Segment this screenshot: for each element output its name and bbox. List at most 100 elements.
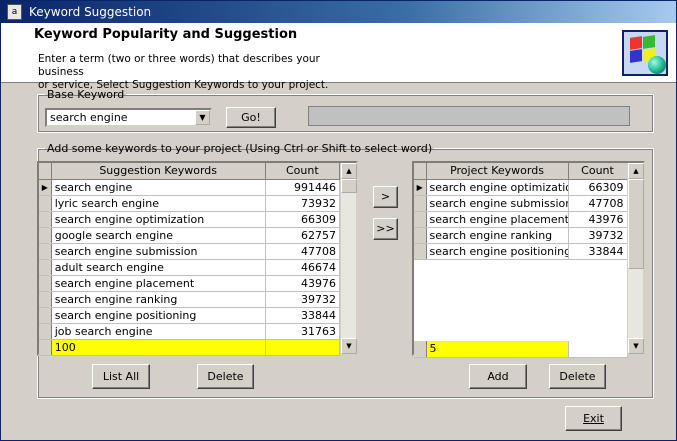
scroll-thumb[interactable] [341, 179, 357, 193]
project-keyword-cell[interactable]: search engine optimization [426, 179, 569, 196]
suggestion-scrollbar[interactable]: ▲ ▼ [340, 163, 357, 354]
suggestion-row[interactable]: job search engine 31763 [39, 323, 341, 340]
suggestion-new-row-value[interactable]: 100 [51, 339, 266, 356]
window-title: Keyword Suggestion [29, 5, 152, 19]
project-row[interactable]: search engine positioning 33844 [414, 243, 628, 260]
suggestion-keyword-cell[interactable]: search engine optimization [51, 211, 266, 228]
suggestion-count-cell[interactable]: 62757 [265, 227, 341, 244]
suggestion-row[interactable]: search engine ranking 39732 [39, 291, 341, 308]
suggestion-count-cell[interactable]: 46674 [265, 259, 341, 276]
row-indicator [39, 211, 52, 228]
add-selected-button[interactable]: > [373, 186, 398, 208]
title-bar[interactable]: a Keyword Suggestion [1, 1, 676, 23]
project-count-header[interactable]: Count [568, 163, 628, 180]
add-button[interactable]: Add [469, 364, 527, 389]
suggestion-keywords-grid[interactable]: Suggestion Keywords Count ▶ search engine… [37, 161, 358, 356]
suggestion-new-row[interactable]: 100 [39, 339, 341, 356]
suggestion-row[interactable]: lyric search engine 73932 [39, 195, 341, 212]
project-keyword-cell[interactable]: search engine submission [426, 195, 569, 212]
base-keyword-combo[interactable]: search engine ▼ [45, 108, 212, 127]
suggestion-count-cell[interactable]: 33844 [265, 307, 341, 324]
suggestion-keywords-header[interactable]: Suggestion Keywords [51, 163, 266, 180]
progress-bar [308, 106, 630, 126]
suggestion-count-cell[interactable]: 73932 [265, 195, 341, 212]
suggestion-keyword-cell[interactable]: search engine [51, 179, 266, 196]
suggestion-keyword-cell[interactable]: search engine positioning [51, 307, 266, 324]
scroll-down-icon[interactable]: ▼ [341, 338, 357, 354]
suggestion-keyword-cell[interactable]: google search engine [51, 227, 266, 244]
suggestion-row[interactable]: search engine optimization 66309 [39, 211, 341, 228]
suggestion-count-cell[interactable]: 991446 [265, 179, 341, 196]
project-keyword-cell[interactable]: search engine positioning [426, 243, 569, 260]
project-keywords-grid[interactable]: Project Keywords Count ▶ search engine op… [412, 161, 645, 358]
base-keyword-legend: Base Keyword [47, 88, 125, 101]
row-indicator [39, 323, 52, 340]
add-keywords-legend: Add some keywords to your project (Using… [47, 142, 433, 155]
suggestion-keyword-cell[interactable]: job search engine [51, 323, 266, 340]
row-indicator-header [39, 163, 52, 180]
project-count-cell[interactable]: 39732 [568, 227, 628, 244]
project-row[interactable]: ▶ search engine optimization 66309 [414, 179, 628, 196]
project-count-cell[interactable]: 33844 [568, 243, 628, 260]
description-line-1: Enter a term (two or three words) that d… [38, 53, 320, 78]
suggestion-count-cell[interactable]: 47708 [265, 243, 341, 260]
delete-project-button[interactable]: Delete [549, 364, 606, 389]
suggestion-new-row-count[interactable] [265, 339, 341, 356]
project-keyword-cell[interactable]: search engine ranking [426, 227, 569, 244]
project-scrollbar[interactable]: ▲ ▼ [627, 163, 644, 354]
row-indicator [39, 227, 52, 244]
suggestion-count-cell[interactable]: 66309 [265, 211, 341, 228]
project-new-row[interactable]: 5 [414, 341, 628, 358]
row-indicator [414, 341, 427, 358]
project-new-row-count[interactable] [568, 341, 628, 358]
suggestion-keyword-cell[interactable]: search engine submission [51, 243, 266, 260]
row-indicator [414, 227, 427, 244]
project-table: Project Keywords Count ▶ search engine op… [414, 163, 628, 260]
project-new-row-table: 5 [414, 341, 628, 358]
suggestion-count-cell[interactable]: 43976 [265, 275, 341, 292]
delete-suggestion-button[interactable]: Delete [197, 364, 254, 389]
row-indicator [414, 211, 427, 228]
scroll-thumb[interactable] [628, 179, 644, 269]
suggestion-row[interactable]: ▶ search engine 991446 [39, 179, 341, 196]
row-indicator [39, 259, 52, 276]
scroll-up-icon[interactable]: ▲ [628, 163, 644, 179]
project-keywords-header[interactable]: Project Keywords [426, 163, 569, 180]
suggestion-row[interactable]: google search engine 62757 [39, 227, 341, 244]
scroll-up-icon[interactable]: ▲ [341, 163, 357, 179]
suggestion-keyword-cell[interactable]: search engine placement [51, 275, 266, 292]
windows-globe-logo-icon [622, 30, 668, 76]
project-row[interactable]: search engine ranking 39732 [414, 227, 628, 244]
row-indicator [39, 339, 52, 356]
suggestion-count-cell[interactable]: 31763 [265, 323, 341, 340]
header-panel: Keyword Popularity and Suggestion Enter … [1, 23, 676, 91]
suggestion-row[interactable]: search engine placement 43976 [39, 275, 341, 292]
page-description: Enter a term (two or three words) that d… [38, 53, 368, 92]
suggestion-count-header[interactable]: Count [265, 163, 341, 180]
project-row[interactable]: search engine submission 47708 [414, 195, 628, 212]
suggestion-row[interactable]: adult search engine 46674 [39, 259, 341, 276]
row-indicator [39, 307, 52, 324]
exit-button[interactable]: Exit [565, 406, 622, 431]
project-row[interactable]: search engine placement 43976 [414, 211, 628, 228]
project-count-cell[interactable]: 43976 [568, 211, 628, 228]
suggestion-row[interactable]: search engine positioning 33844 [39, 307, 341, 324]
chevron-down-icon[interactable]: ▼ [195, 110, 210, 125]
list-all-button[interactable]: List All [92, 364, 150, 389]
scroll-down-icon[interactable]: ▼ [628, 338, 644, 354]
row-pointer-icon: ▶ [39, 179, 52, 196]
go-button[interactable]: Go! [226, 107, 276, 128]
suggestion-keyword-cell[interactable]: lyric search engine [51, 195, 266, 212]
project-count-cell[interactable]: 66309 [568, 179, 628, 196]
project-keyword-cell[interactable]: search engine placement [426, 211, 569, 228]
project-count-cell[interactable]: 47708 [568, 195, 628, 212]
suggestion-keyword-cell[interactable]: search engine ranking [51, 291, 266, 308]
suggestion-row[interactable]: search engine submission 47708 [39, 243, 341, 260]
suggestion-count-cell[interactable]: 39732 [265, 291, 341, 308]
row-indicator [39, 243, 52, 260]
row-indicator [414, 195, 427, 212]
project-new-row-value[interactable]: 5 [426, 341, 569, 358]
suggestion-keyword-cell[interactable]: adult search engine [51, 259, 266, 276]
row-pointer-icon: ▶ [414, 179, 427, 196]
add-all-button[interactable]: >> [373, 218, 398, 240]
